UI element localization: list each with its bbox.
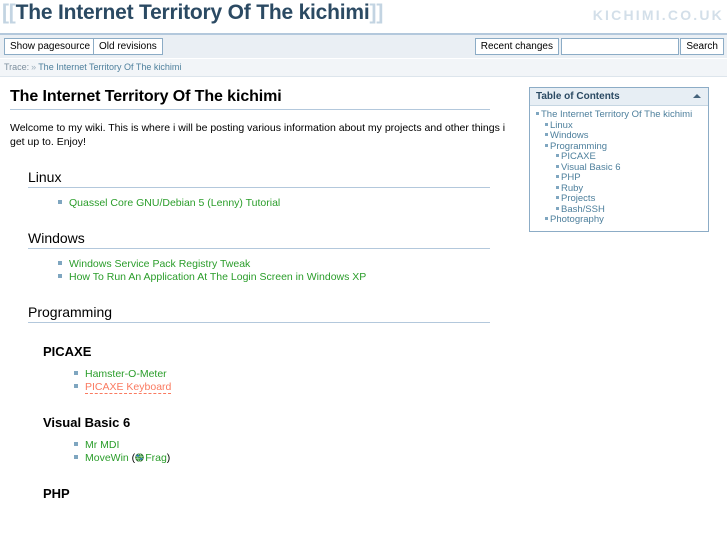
external-link[interactable]: Frag [145, 452, 167, 464]
toc-item[interactable]: PHP [534, 172, 704, 184]
toc-item[interactable]: Visual Basic 6 [534, 162, 704, 174]
show-pagesource-button[interactable]: Show pagesource [4, 38, 97, 55]
bullet-icon [74, 455, 78, 459]
site-title: [[The Internet Territory Of The kichimi]… [2, 1, 383, 25]
toc-body: The Internet Territory Of The kichimi Li… [530, 106, 708, 231]
bullet-icon [58, 274, 62, 278]
bullet-icon [545, 143, 548, 147]
toc-link[interactable]: Windows [550, 130, 589, 141]
breadcrumb: Trace:» The Internet Territory Of The kic… [0, 59, 727, 77]
paren-close: ) [166, 452, 171, 464]
toc-link[interactable]: Photography [550, 214, 604, 225]
bullet-icon [556, 185, 559, 189]
page-title: The Internet Territory Of The kichimi [10, 88, 490, 110]
bullet-icon [556, 164, 559, 168]
toc-header[interactable]: Table of Contents [530, 88, 708, 106]
toc-item[interactable]: Photography [534, 214, 704, 226]
list-item[interactable]: PICAXE Keyboard [74, 381, 490, 394]
section-heading-programming: Programming [28, 304, 490, 323]
wiki-link[interactable]: Windows Service Pack Registry Tweak [69, 258, 250, 270]
bullet-icon [556, 196, 559, 199]
section-heading-windows: Windows [28, 230, 490, 249]
toolbar: Show pagesource Old revisions Recent cha… [0, 35, 727, 59]
toc-item[interactable]: Ruby [534, 183, 704, 195]
link-list-picaxe: Hamster-O-Meter PICAXE Keyboard [10, 368, 490, 394]
toc-item[interactable]: Programming [534, 141, 704, 153]
bullet-icon [556, 206, 559, 210]
page-body: Table of Contents The Internet Territory… [0, 77, 727, 501]
wiki-link[interactable]: MoveWin [85, 452, 129, 464]
toc-link[interactable]: PHP [561, 172, 581, 183]
title-bracket-open: [[ [2, 1, 16, 24]
toc-link[interactable]: PICAXE [561, 151, 596, 162]
breadcrumb-current[interactable]: The Internet Territory Of The kichimi [38, 62, 181, 72]
wiki-link[interactable]: Quassel Core GNU/Debian 5 (Lenny) Tutori… [69, 197, 280, 209]
recent-changes-button[interactable]: Recent changes [474, 38, 559, 55]
breadcrumb-separator: » [31, 62, 37, 72]
bullet-icon [556, 175, 559, 178]
bullet-icon [545, 217, 548, 220]
toc-item[interactable]: Projects [534, 193, 704, 205]
bullet-icon [556, 154, 559, 157]
globe-external-link-icon [135, 453, 144, 462]
site-title-text: The Internet Territory Of The kichimi [15, 1, 370, 24]
bullet-icon [74, 442, 78, 446]
bullet-icon [58, 261, 62, 265]
toc-link[interactable]: Linux [550, 120, 573, 131]
breadcrumb-label: Trace: [4, 62, 30, 72]
toc-title: Table of Contents [536, 91, 620, 102]
table-of-contents: Table of Contents The Internet Territory… [529, 87, 709, 232]
site-logo: KICHIMI.CO.UK [592, 7, 724, 23]
list-item[interactable]: MoveWin (Frag) [74, 452, 490, 465]
toc-link[interactable]: Programming [550, 141, 607, 152]
bullet-icon [545, 122, 548, 126]
search-input[interactable] [561, 38, 679, 55]
bullet-icon [545, 133, 548, 136]
link-list-windows: Windows Service Pack Registry Tweak How … [10, 258, 490, 284]
link-list-linux: Quassel Core GNU/Debian 5 (Lenny) Tutori… [10, 197, 490, 210]
wiki-link-missing[interactable]: PICAXE Keyboard [85, 381, 172, 394]
title-bracket-close: ]] [369, 1, 384, 24]
search-button[interactable]: Search [680, 38, 724, 55]
list-item[interactable]: Hamster-O-Meter [74, 368, 490, 381]
list-item[interactable]: Quassel Core GNU/Debian 5 (Lenny) Tutori… [58, 197, 490, 210]
toc-link[interactable]: Ruby [561, 183, 583, 194]
wiki-link[interactable]: Mr MDI [85, 439, 119, 451]
bullet-icon [58, 200, 62, 204]
toc-link[interactable]: Visual Basic 6 [561, 162, 621, 173]
link-list-visual-basic-6: Mr MDI MoveWin (Frag) [10, 439, 490, 465]
list-item[interactable]: How To Run An Application At The Login S… [58, 271, 490, 284]
toc-link[interactable]: Projects [561, 193, 595, 204]
toc-link[interactable]: The Internet Territory Of The kichimi [541, 109, 692, 120]
main-content: The Internet Territory Of The kichimi We… [0, 77, 505, 501]
wiki-link[interactable]: Hamster-O-Meter [85, 368, 167, 380]
section-heading-picaxe: PICAXE [43, 344, 92, 359]
chevron-up-icon[interactable] [693, 94, 701, 98]
site-header: [[The Internet Territory Of The kichimi]… [0, 0, 727, 35]
section-heading-visual-basic-6: Visual Basic 6 [43, 415, 131, 430]
toc-list: The Internet Territory Of The kichimi Li… [534, 109, 704, 226]
toc-link[interactable]: Bash/SSH [561, 204, 605, 215]
list-item[interactable]: Mr MDI [74, 439, 490, 452]
old-revisions-button[interactable]: Old revisions [93, 38, 163, 55]
bullet-icon [536, 112, 539, 115]
bullet-icon [74, 384, 78, 388]
section-heading-php: PHP [43, 486, 70, 501]
section-heading-linux: Linux [28, 169, 490, 188]
bullet-icon [74, 371, 78, 375]
list-item[interactable]: Windows Service Pack Registry Tweak [58, 258, 490, 271]
intro-paragraph: Welcome to my wiki. This is where i will… [10, 122, 506, 148]
wiki-link[interactable]: How To Run An Application At The Login S… [69, 271, 366, 283]
